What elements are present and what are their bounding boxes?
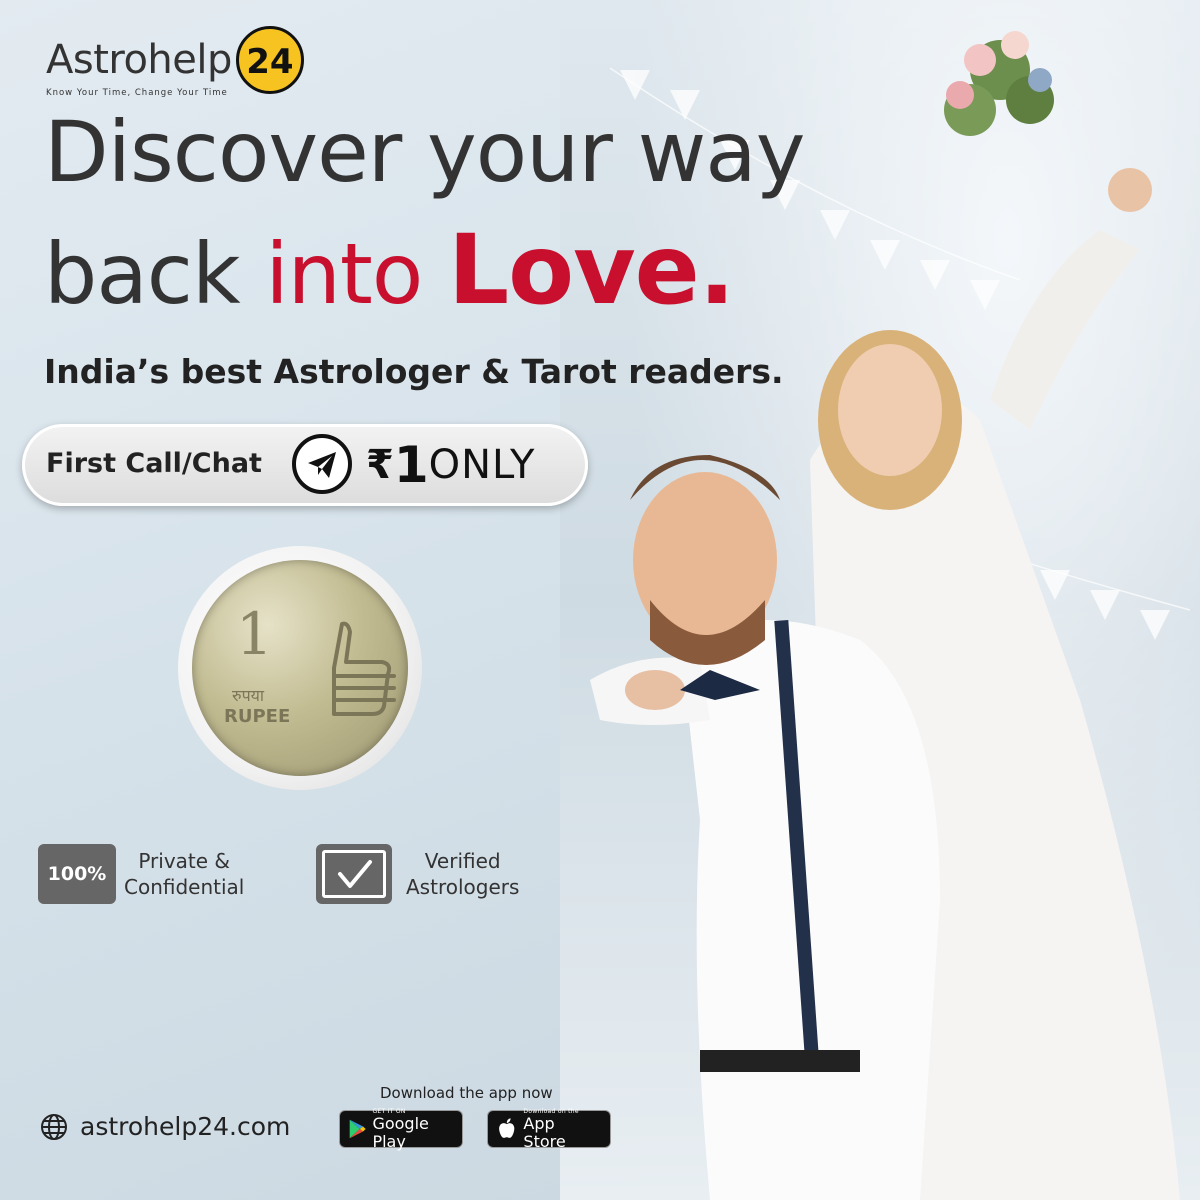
headline-into: into bbox=[265, 225, 448, 323]
feature-verified-text: Verified Astrologers bbox=[406, 848, 519, 900]
brand-logo[interactable]: Astrohelp 24 Know Your Time, Change Your … bbox=[46, 26, 304, 98]
website-link[interactable]: astrohelp24.com bbox=[40, 1112, 290, 1141]
app-store-button[interactable]: Download on the App Store bbox=[487, 1108, 611, 1151]
headline-back: back bbox=[44, 225, 266, 323]
percent-badge-icon: 100% bbox=[38, 844, 116, 904]
price-suffix: ONLY bbox=[428, 442, 536, 488]
subheadline: India’s best Astrologer & Tarot readers. bbox=[44, 352, 784, 391]
feature-verified-line-2: Astrologers bbox=[406, 875, 520, 899]
price-value: 1 bbox=[393, 436, 429, 494]
rupee-symbol: ₹ bbox=[366, 442, 394, 488]
feature-verified-line-1: Verified bbox=[424, 849, 501, 873]
brand-badge: 24 bbox=[235, 26, 304, 94]
ad-banner: Astrohelp 24 Know Your Time, Change Your … bbox=[0, 0, 1200, 1200]
globe-icon bbox=[41, 1113, 67, 1140]
google-play-icon bbox=[349, 1119, 366, 1139]
headline: Discover your way back into Love. bbox=[44, 103, 805, 318]
google-play-button[interactable]: GET IT ON Google Play bbox=[339, 1108, 463, 1151]
one-rupee-coin: 1 रुपया RUPEE bbox=[192, 560, 408, 776]
offer-price: ₹1ONLY bbox=[366, 436, 535, 494]
thumbs-up-icon bbox=[332, 621, 396, 716]
coin-hindi-text: रुपया bbox=[232, 686, 265, 705]
website-text: astrohelp24.com bbox=[80, 1112, 291, 1141]
feature-private-line-1: Private & bbox=[138, 849, 231, 873]
checkmark-icon bbox=[316, 844, 392, 904]
brand-name: Astrohelp bbox=[46, 37, 232, 83]
headline-line-1: Discover your way bbox=[44, 103, 805, 201]
feature-verified: Verified Astrologers bbox=[316, 844, 519, 904]
download-prompt: Download the app now bbox=[380, 1084, 553, 1102]
coin-image: 1 रुपया RUPEE bbox=[178, 546, 422, 790]
offer-label: First Call/Chat bbox=[46, 448, 262, 479]
send-icon bbox=[292, 434, 352, 494]
offer-pill[interactable]: First Call/Chat ₹1ONLY bbox=[22, 424, 588, 506]
coin-numeral: 1 bbox=[236, 600, 273, 668]
apple-icon bbox=[499, 1118, 515, 1138]
coin-rupee-text: RUPEE bbox=[224, 706, 291, 727]
headline-love: Love. bbox=[447, 214, 735, 326]
google-play-big-text: Google Play bbox=[372, 1113, 429, 1151]
app-store-big-text: App Store bbox=[523, 1113, 566, 1151]
feature-private-line-2: Confidential bbox=[124, 875, 245, 899]
feature-private: 100% Private & Confidential bbox=[38, 844, 244, 904]
headline-line-2: back into Love. bbox=[44, 222, 804, 318]
feature-private-text: Private & Confidential bbox=[124, 848, 244, 900]
